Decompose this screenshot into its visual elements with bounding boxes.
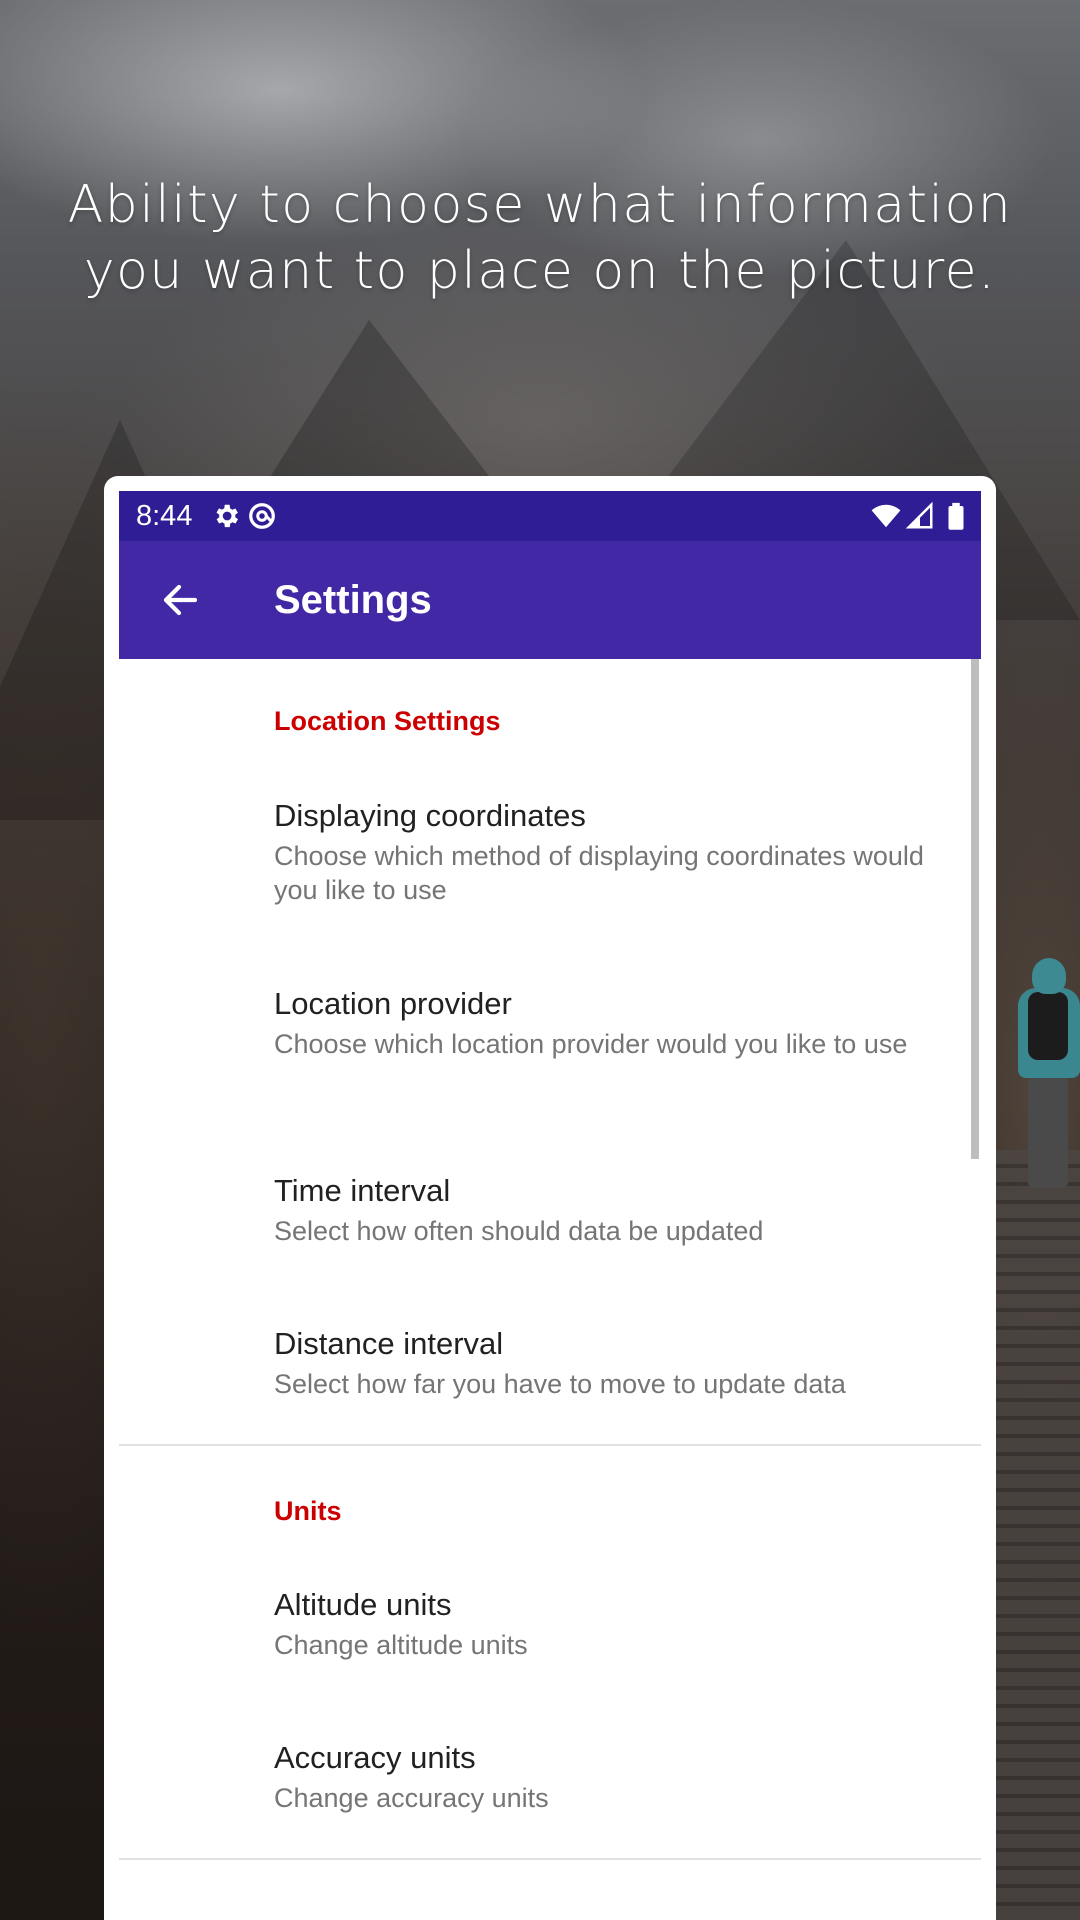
at-sign-icon — [249, 503, 275, 529]
arrow-back-icon[interactable] — [149, 568, 213, 632]
setting-item-title: Time interval — [274, 1173, 451, 1208]
setting-item-title: Altitude units — [274, 1587, 452, 1622]
wifi-icon — [871, 504, 901, 528]
battery-icon — [948, 502, 964, 530]
setting-item-title: Location provider — [274, 986, 512, 1021]
promo-headline-line2: you want to place on the picture. — [83, 241, 997, 301]
section-header-units: Units — [274, 1496, 342, 1526]
setting-item-subtitle: Choose which location provider would you… — [274, 1029, 908, 1059]
gear-icon — [216, 504, 238, 528]
setting-item-accuracy-units[interactable]: Accuracy units Change accuracy units — [274, 1739, 954, 1815]
promo-screen: Ability to choose what information you w… — [0, 0, 1080, 1920]
page-title: Settings — [274, 578, 432, 622]
app-bar: Settings — [119, 541, 981, 659]
setting-item-distance-interval[interactable]: Distance interval Select how far you hav… — [274, 1325, 954, 1401]
section-divider — [119, 1444, 981, 1446]
background-hiker — [1008, 958, 1080, 1198]
background-walkway — [990, 1150, 1080, 1920]
setting-item-subtitle: Change accuracy units — [274, 1783, 549, 1813]
cell-signal-icon — [905, 501, 933, 529]
status-bar: 8:44 — [119, 491, 981, 541]
status-time: 8:44 — [136, 500, 193, 532]
scrollbar[interactable] — [971, 659, 979, 1159]
promo-headline-line1: Ability to choose what information — [67, 175, 1013, 235]
setting-item-time-interval[interactable]: Time interval Select how often should da… — [274, 1172, 954, 1248]
device-frame: 8:44 Settings Location Settings Displayi… — [104, 476, 996, 1920]
setting-item-title: Accuracy units — [274, 1740, 476, 1775]
setting-item-subtitle: Change altitude units — [274, 1630, 528, 1660]
setting-item-displaying-coordinates[interactable]: Displaying coordinates Choose which meth… — [274, 797, 954, 907]
setting-item-subtitle: Choose which method of displaying coordi… — [274, 841, 924, 905]
app-screen: 8:44 Settings Location Settings Displayi… — [119, 491, 981, 1920]
setting-item-altitude-units[interactable]: Altitude units Change altitude units — [274, 1586, 954, 1662]
setting-item-title: Distance interval — [274, 1326, 504, 1361]
setting-item-subtitle: Select how far you have to move to updat… — [274, 1369, 846, 1399]
setting-item-title: Displaying coordinates — [274, 798, 586, 833]
setting-item-subtitle: Select how often should data be updated — [274, 1216, 764, 1246]
section-divider — [119, 1858, 981, 1860]
setting-item-location-provider[interactable]: Location provider Choose which location … — [274, 985, 954, 1061]
promo-headline: Ability to choose what information you w… — [0, 172, 1080, 304]
section-header-location-settings: Location Settings — [274, 706, 501, 736]
